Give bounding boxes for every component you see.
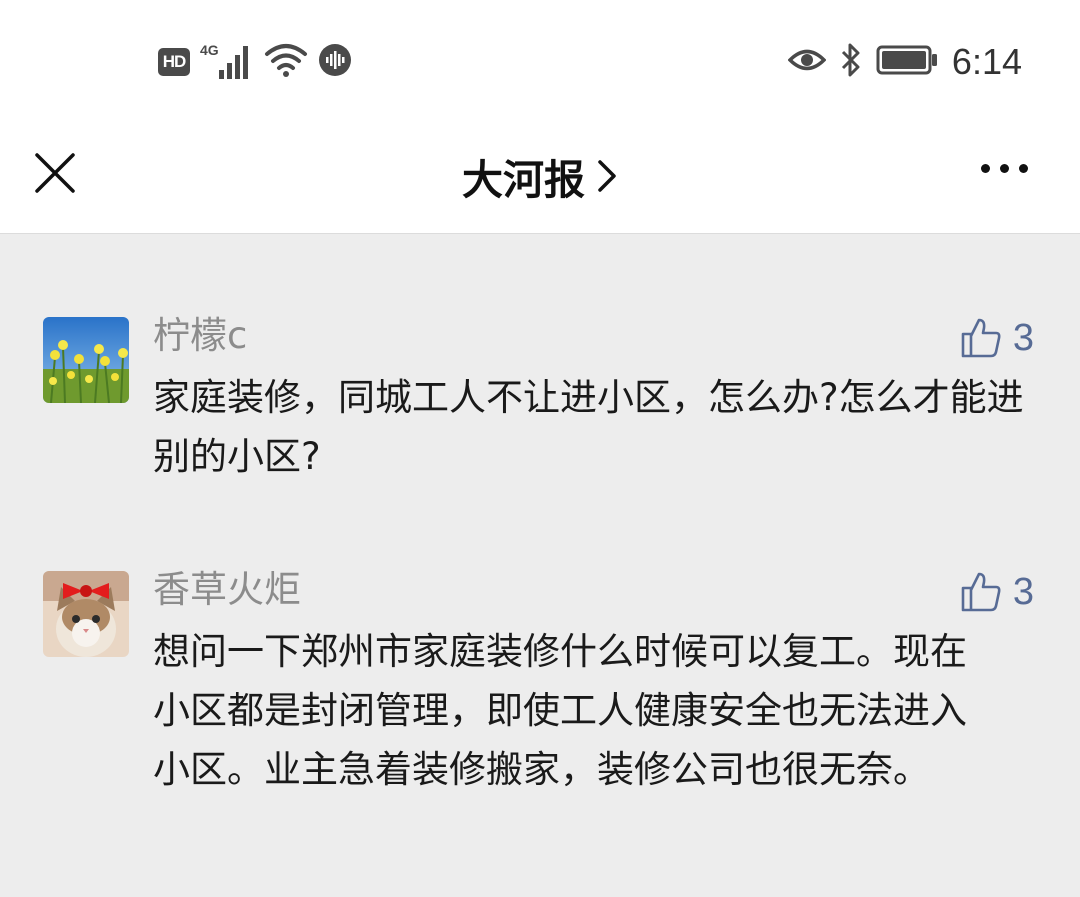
cat-with-bow-avatar-image (43, 571, 129, 657)
like-count: 3 (1012, 571, 1034, 613)
thumbs-up-icon (961, 572, 1001, 612)
hd-badge: HD (158, 48, 190, 76)
thumbs-up-icon (961, 318, 1001, 358)
comment-text: 家庭装修，同城工人不让进小区，怎么办?怎么才能进别的小区? (153, 376, 1024, 478)
status-bar: HD 4G 6:14 (0, 0, 1080, 120)
comment-author: 柠檬c (153, 314, 248, 357)
comment-author: 香草火炬 (153, 568, 301, 611)
more-icon-dot (1018, 163, 1028, 173)
like-count: 3 (1012, 317, 1034, 359)
account-title-link[interactable]: 大河报 (0, 146, 1080, 206)
comment-text: 想问一下郑州市家庭装修什么时候可以复工。现在小区都是封闭管理，即使工人健康安全也… (153, 630, 967, 791)
more-icon (980, 163, 990, 173)
audio-wave-icon (318, 43, 352, 81)
more-button[interactable] (972, 148, 1036, 188)
more-icon-dot (999, 163, 1009, 173)
avatar[interactable] (43, 571, 129, 657)
chevron-right-icon (598, 160, 616, 192)
status-left-icons: HD 4G (158, 42, 352, 82)
clock-time: 6:14 (951, 41, 1022, 82)
status-right-icons: 6:14 (787, 40, 1022, 84)
battery-icon (876, 45, 938, 79)
like-button[interactable]: 3 (959, 570, 1034, 614)
page-title: 大河报 (461, 156, 585, 204)
wifi-icon (264, 42, 308, 82)
like-button[interactable]: 3 (959, 316, 1034, 360)
bluetooth-icon (840, 43, 862, 81)
top-nav-bar: 大河报 (0, 120, 1080, 234)
eye-comfort-icon (787, 45, 827, 79)
cellular-signal-icon: 4G (200, 42, 254, 80)
flower-field-avatar-image (43, 317, 129, 403)
avatar[interactable] (43, 317, 129, 403)
